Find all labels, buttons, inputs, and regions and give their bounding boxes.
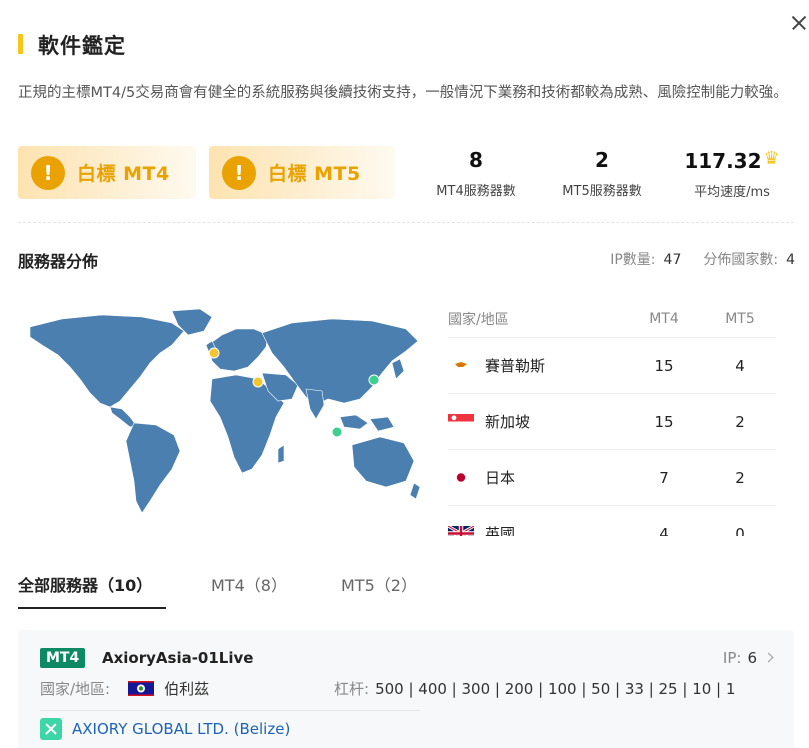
stat-value: 2 (595, 148, 609, 172)
japan-flag-icon (448, 470, 474, 485)
stat-mt4-servers: 8 MT4服務器數 (428, 148, 524, 199)
server-ip-link[interactable]: IP: 6 (722, 649, 774, 667)
crown-icon: ♛ (763, 148, 780, 169)
chevron-right-icon (763, 652, 774, 663)
distribution-heading: 服務器分佈 (18, 252, 99, 271)
stat-mt5-servers: 2 MT5服務器數 (554, 148, 650, 199)
warning-label: 白標 MT5 (268, 163, 361, 185)
country-mt4-count: 7 (659, 468, 669, 487)
company-name: AXIORY GLOBAL LTD. (Belize) (72, 720, 291, 738)
exclamation-icon: ! (222, 155, 256, 190)
stat-value: 8 (469, 148, 483, 172)
stat-caption: 平均速度/ms (694, 185, 770, 200)
leverage-value: 500 | 400 | 300 | 200 | 100 | 50 | 33 | … (375, 680, 736, 698)
axiory-logo-icon (40, 718, 62, 740)
country-name: 英國 (485, 525, 516, 536)
stat-avg-speed: 117.32 ♛ 平均速度/ms (682, 148, 782, 200)
ip-label: IP: (722, 649, 742, 667)
header-country: 國家/地區 (448, 311, 509, 328)
world-map (29, 308, 421, 514)
table-row: 日本 7 2 (448, 450, 776, 506)
white-label-mt5-card: ! 白標 MT5 (209, 146, 395, 199)
distribution-summary: IP數量: 47 分佈國家數: 4 (610, 249, 795, 269)
server-card[interactable]: MT4 AxioryAsia-01Live IP: 6 國家/地區: 伯利茲 杠杆… (18, 630, 794, 748)
country-name: 新加坡 (485, 413, 531, 431)
server-name: AxioryAsia-01Live (102, 649, 254, 667)
country-mt5-count: 0 (735, 524, 745, 537)
active-tab-indicator (18, 607, 166, 609)
country-mt4-count: 4 (659, 524, 669, 537)
tab-all-servers[interactable]: 全部服務器（10） (18, 572, 152, 596)
country-label: 國家/地區: (40, 680, 111, 698)
stat-value: 117.32 ♛ (682, 148, 782, 173)
leverage-label: 杠杆: (334, 680, 370, 698)
country-mt5-count: 4 (735, 356, 745, 375)
singapore-flag-icon (448, 414, 474, 429)
platform-badge: MT4 (40, 648, 86, 668)
stat-caption: MT4服務器數 (436, 184, 516, 199)
section-divider (18, 222, 794, 223)
country-table-header: 國家/地區 MT4 MT5 (448, 300, 776, 338)
dialog-title: 軟件鑑定 (38, 34, 126, 58)
country-name: 賽普勒斯 (485, 357, 546, 375)
uk-marker (208, 347, 220, 359)
stat-caption: MT5服務器數 (562, 184, 642, 199)
tab-mt5[interactable]: MT5（2） (341, 572, 417, 596)
country-table: 國家/地區 MT4 MT5 賽普勒斯 15 4 新加坡 15 2 日本 7 2 … (448, 300, 776, 536)
table-row: 賽普勒斯 15 4 (448, 338, 776, 394)
avg-speed-value: 117.32 (684, 149, 762, 173)
singapore-marker (331, 426, 343, 438)
header-mt5: MT5 (725, 310, 755, 327)
country-name: 日本 (485, 469, 516, 487)
ip-count-label: IP數量: (610, 252, 656, 268)
table-row: 英國 4 0 (448, 506, 776, 536)
countries-count-label: 分佈國家數: (703, 252, 779, 268)
belize-flag-icon (128, 681, 155, 696)
cyprus-flag-icon (448, 358, 474, 373)
exclamation-icon: ! (31, 155, 65, 190)
server-country: 國家/地區: 伯利茲 (40, 678, 209, 699)
uk-flag-icon (448, 526, 474, 536)
tab-mt4[interactable]: MT4（8） (211, 572, 287, 596)
dialog-description: 正規的主標MT4/5交易商會有健全的系統服務與後續技術支持，一般情況下業務和技術… (18, 85, 788, 101)
country-mt5-count: 2 (735, 412, 745, 431)
japan-marker (368, 374, 380, 386)
card-divider (40, 710, 420, 711)
close-icon[interactable] (788, 12, 809, 34)
ip-count-value: 47 (663, 252, 682, 268)
countries-count-value: 4 (786, 252, 795, 268)
country-value: 伯利茲 (164, 680, 210, 698)
ip-count: 6 (747, 649, 757, 667)
server-tabs: 全部服務器（10） MT4（8） MT5（2） (18, 572, 794, 612)
country-mt4-count: 15 (654, 356, 674, 375)
header-mt4: MT4 (649, 310, 679, 327)
country-mt5-count: 2 (735, 468, 745, 487)
server-leverage: 杠杆: 500 | 400 | 300 | 200 | 100 | 50 | 33… (334, 678, 735, 699)
title-accent-bar (18, 34, 23, 54)
white-label-mt4-card: ! 白標 MT4 (18, 146, 196, 199)
warning-label: 白標 MT4 (77, 163, 170, 185)
cyprus-marker (252, 376, 264, 388)
table-row: 新加坡 15 2 (448, 394, 776, 450)
company-link[interactable]: AXIORY GLOBAL LTD. (Belize) (40, 718, 290, 740)
country-mt4-count: 15 (654, 412, 674, 431)
